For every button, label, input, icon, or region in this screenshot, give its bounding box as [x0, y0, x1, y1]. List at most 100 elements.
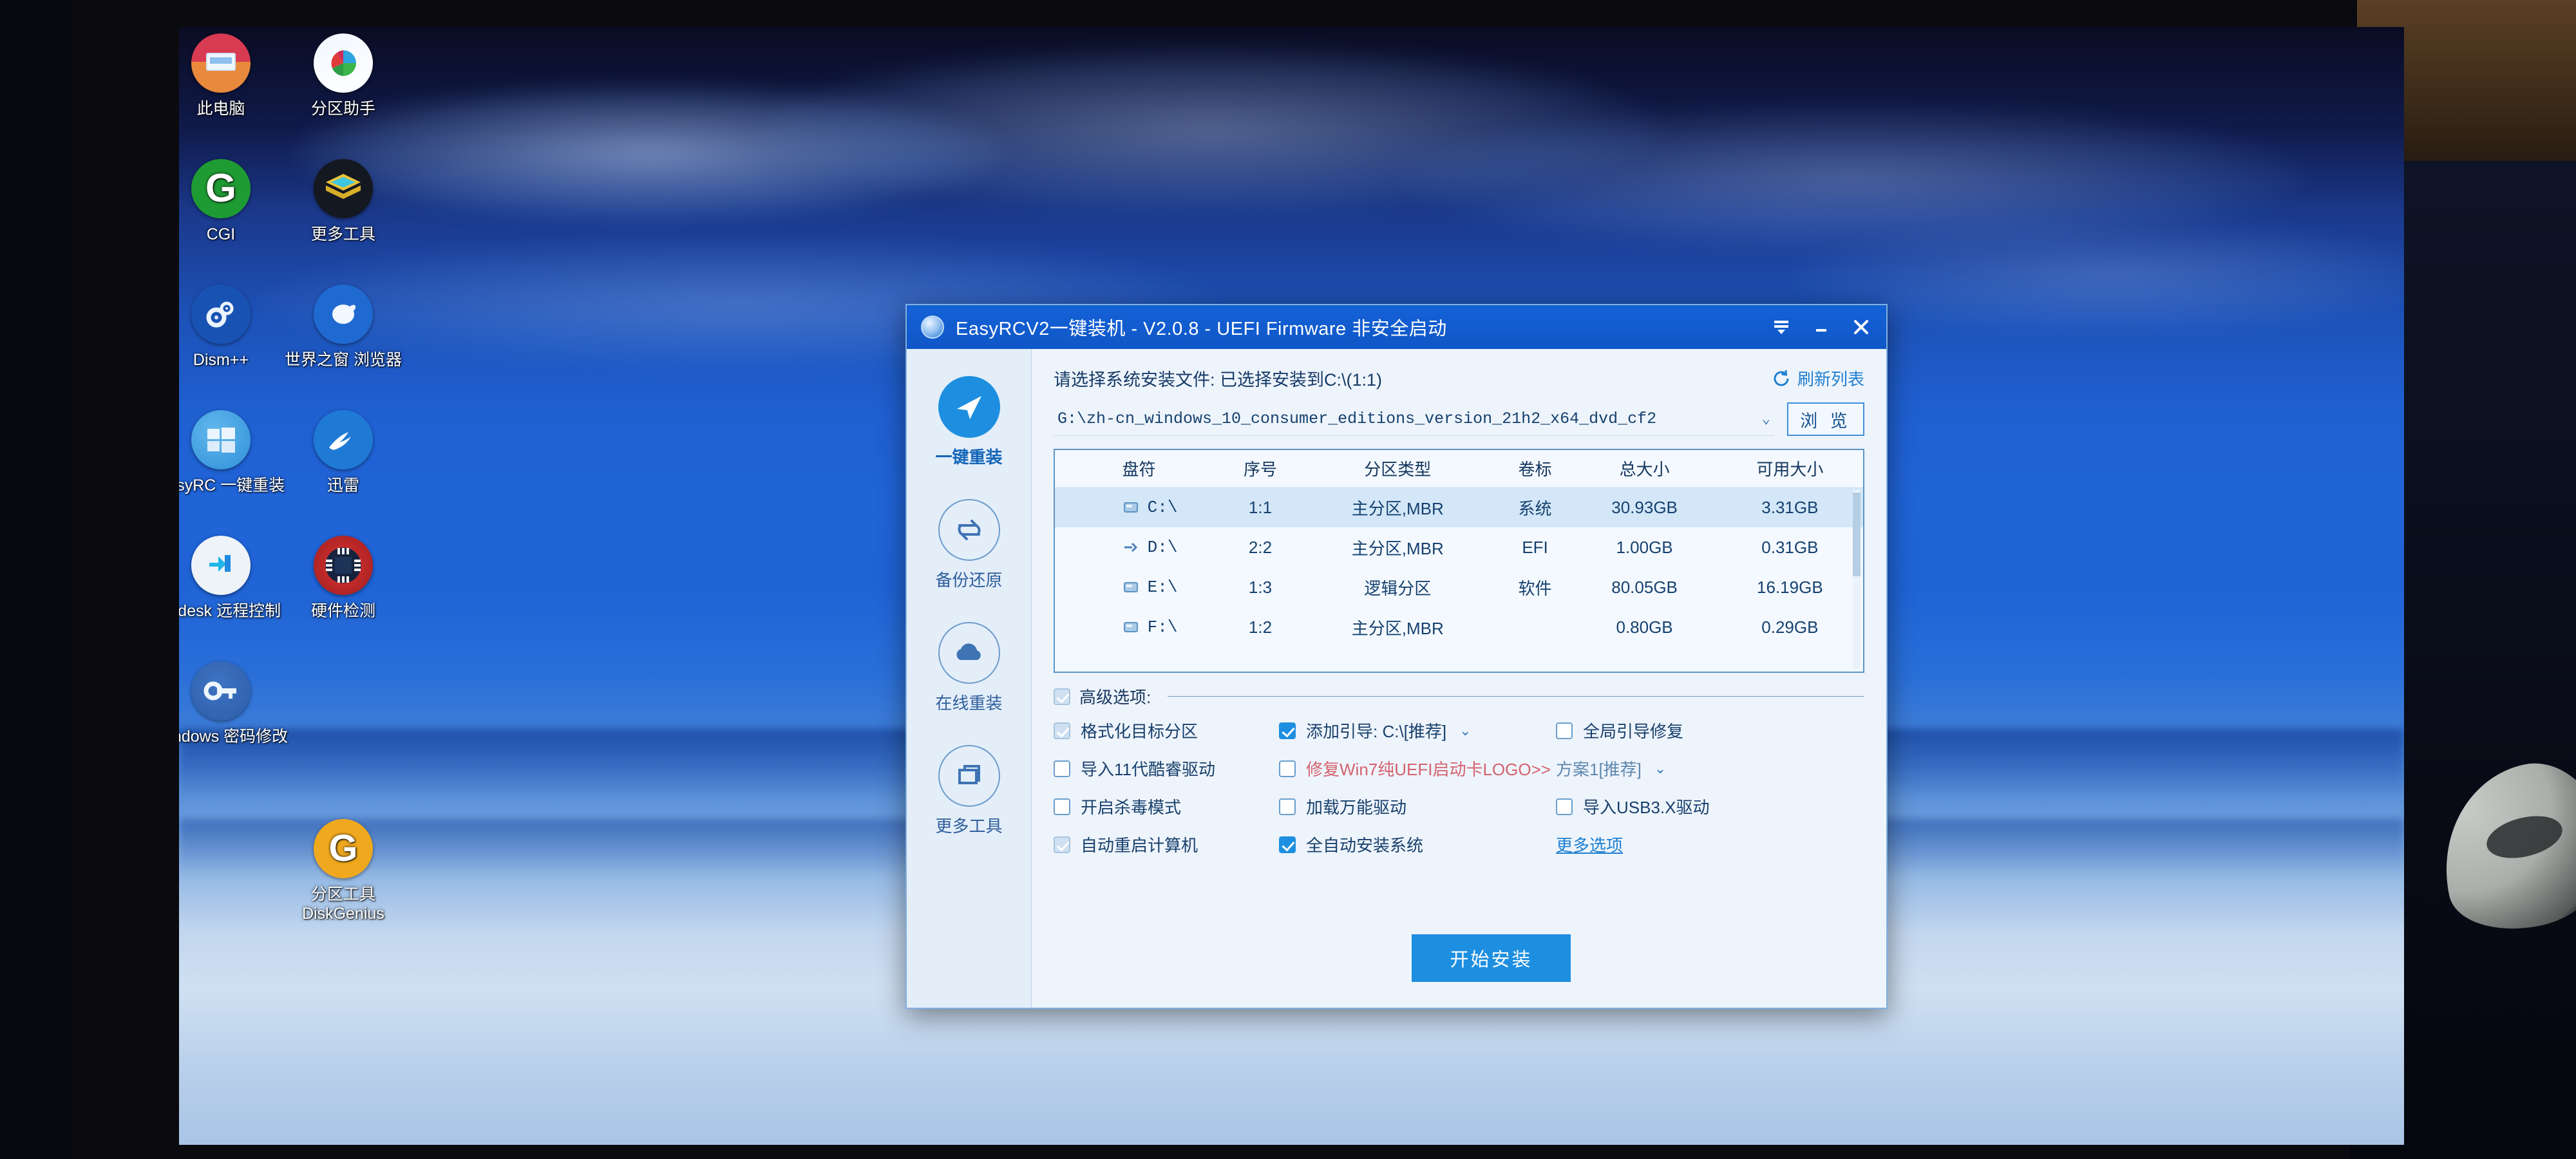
partition-column-header[interactable]: 序号 [1223, 450, 1298, 488]
scheme-select-label: 方案1[推荐] [1556, 760, 1642, 779]
partition-cell-index: 2:2 [1248, 537, 1273, 557]
global-boot-repair-checkbox[interactable] [1556, 722, 1573, 739]
partition-cell-free: 3.31GB [1716, 487, 1863, 527]
partition-column-header[interactable]: 可用大小 [1716, 450, 1863, 488]
partition-table: 盘符 序号 分区类型 卷标 总大小 可用大小 C:\ 1:1 主分区,MBR 系统 30.93GB… [1055, 450, 1863, 647]
advanced-options-header[interactable]: 高级选项: [1054, 684, 1864, 708]
partition-cell-total: 80.05GB [1611, 577, 1678, 597]
browse-button[interactable]: 浏 览 [1787, 402, 1864, 436]
monitor-screen: 此电脑分区助手GCGI更多工具Dism++世界之窗 浏览器EasyRC 一键重装… [179, 27, 2404, 1145]
partition-row[interactable]: E:\ 1:3 逻辑分区 软件 80.05GB 16.19GB [1055, 567, 1863, 607]
desktop-icon-label: 迅雷 [327, 476, 359, 495]
partition-cell-type: 主分区,MBR [1351, 618, 1444, 638]
option-global-boot-repair[interactable]: 全局引导修复 [1556, 719, 1864, 742]
option-more-options-link[interactable]: 更多选项 [1556, 833, 1864, 856]
partition-cell-volume: 系统 [1497, 487, 1573, 527]
sidebar-nav[interactable]: 一键重装备份还原在线重装更多工具 [907, 349, 1032, 1008]
fix-win7-uefi-logo-checkbox[interactable] [1279, 760, 1296, 777]
refresh-list-button[interactable]: 刷新列表 [1772, 366, 1864, 390]
import-11th-gen-driver-checkbox[interactable] [1054, 760, 1070, 777]
partition-column-header[interactable]: 分区类型 [1297, 450, 1498, 488]
option-format-target-partition[interactable]: 格式化目标分区 [1054, 719, 1279, 742]
partition-column-header[interactable]: 卷标 [1497, 450, 1573, 488]
option-fix-win7-uefi-logo[interactable]: 修复Win7纯UEFI启动卡LOGO>> [1279, 757, 1556, 780]
desktop-icon-theworld-browser[interactable]: 世界之窗 浏览器 [269, 285, 417, 370]
partition-cell-index: 1:3 [1248, 577, 1273, 597]
partition-table-header-row: 盘符 序号 分区类型 卷标 总大小 可用大小 [1055, 450, 1863, 488]
easyrc-window[interactable]: EasyRCV2一键装机 - V2.0.8 - UEFI Firmware 非安… [905, 304, 1888, 1009]
option-fully-auto-install[interactable]: 全自动安装系统 [1279, 833, 1556, 856]
dism-icon [191, 285, 251, 344]
drive-icon [1123, 502, 1138, 513]
sidebar-item-cursor-arrow[interactable]: 一键重装 [907, 376, 1031, 468]
load-universal-driver-checkbox[interactable] [1279, 798, 1296, 815]
option-scheme-select[interactable]: 方案1[推荐] ⌄ [1556, 757, 1864, 780]
minimize-glyph [1816, 329, 1826, 332]
more-tools-icon [938, 745, 1000, 807]
add-boot-entry-label: 添加引导: C:\[推荐] [1306, 722, 1447, 741]
partition-row[interactable]: C:\ 1:1 主分区,MBR 系统 30.93GB 3.31GB [1055, 487, 1863, 527]
more-options-link-label: 更多选项 [1556, 836, 1624, 855]
window-titlebar[interactable]: EasyRCV2一键装机 - V2.0.8 - UEFI Firmware 非安… [907, 305, 1886, 349]
chevron-down-icon[interactable]: ⌄ [1654, 760, 1666, 777]
option-auto-reboot-computer[interactable]: 自动重启计算机 [1054, 833, 1279, 856]
windows-password-icon [191, 661, 251, 721]
desktop-icon-label: 硬件检测 [310, 602, 375, 620]
desktop-icon-more-tools[interactable]: 更多工具 [269, 159, 417, 244]
import-usb3-driver-checkbox[interactable] [1556, 798, 1573, 815]
sidebar-item-label: 一键重装 [935, 448, 1003, 467]
format-target-partition-checkbox[interactable] [1054, 722, 1070, 739]
enable-antivirus-mode-checkbox[interactable] [1054, 798, 1070, 815]
sidebar-item-label: 更多工具 [935, 816, 1003, 836]
format-target-partition-label: 格式化目标分区 [1081, 722, 1198, 741]
menu-collapse-icon[interactable] [1761, 309, 1801, 345]
start-install-button[interactable]: 开始安装 [1412, 934, 1571, 982]
partition-column-header[interactable]: 盘符 [1055, 450, 1224, 488]
partition-cell-free: 16.19GB [1757, 577, 1823, 597]
sidebar-item-backup-restore[interactable]: 备份还原 [907, 499, 1031, 591]
desktop-icon-thunder[interactable]: 迅雷 [269, 410, 417, 495]
sidebar-item-more-tools[interactable]: 更多工具 [907, 745, 1031, 837]
import-11th-gen-driver-label: 导入11代酷睿驱动 [1081, 760, 1215, 779]
desktop-icon-label: 分区助手 [310, 100, 375, 118]
desktop-icon-windows-password[interactable]: Windows 密码修改 [179, 661, 295, 746]
partition-row[interactable]: F:\ 1:2 主分区,MBR 0.80GB 0.29GB [1055, 607, 1863, 647]
partition-row[interactable]: D:\ 2:2 主分区,MBR EFI 1.00GB 0.31GB [1055, 527, 1863, 567]
add-boot-entry-checkbox[interactable] [1279, 722, 1296, 739]
close-icon[interactable] [1841, 309, 1881, 345]
fully-auto-install-checkbox[interactable] [1279, 836, 1296, 853]
refresh-icon [1774, 370, 1789, 386]
chevron-down-icon[interactable]: ⌄ [1459, 722, 1471, 739]
todesk-icon [191, 536, 251, 595]
hardware-detect-icon [314, 536, 373, 595]
partition-cell-index: 1:1 [1223, 487, 1298, 527]
partition-table-container[interactable]: 盘符 序号 分区类型 卷标 总大小 可用大小 C:\ 1:1 主分区,MBR 系统 30.93GB… [1054, 449, 1864, 673]
auto-reboot-computer-checkbox[interactable] [1054, 836, 1070, 853]
sidebar-item-cloud-install[interactable]: 在线重装 [907, 622, 1031, 714]
option-enable-antivirus-mode[interactable]: 开启杀毒模式 [1054, 795, 1279, 818]
desktop-icon-diskgenius[interactable]: G 分区工具 DiskGenius [269, 819, 417, 923]
cgi-icon: G [191, 159, 251, 218]
option-import-usb3-driver[interactable]: 导入USB3.X驱动 [1556, 795, 1864, 818]
minimize-icon[interactable] [1801, 309, 1841, 345]
partition-column-header[interactable]: 总大小 [1572, 450, 1717, 488]
option-import-11th-gen-driver[interactable]: 导入11代酷睿驱动 [1054, 757, 1279, 780]
option-add-boot-entry[interactable]: 添加引导: C:\[推荐] ⌄ [1279, 719, 1556, 742]
image-file-select[interactable]: G:\zh-cn_windows_10_consumer_editions_ve… [1054, 402, 1774, 436]
partition-cell-volume [1498, 607, 1573, 647]
drive-icon [1123, 622, 1138, 632]
desktop-icon-label: Windows 密码修改 [179, 728, 289, 746]
advanced-options-checkbox[interactable] [1054, 688, 1070, 705]
file-row: G:\zh-cn_windows_10_consumer_editions_ve… [1054, 402, 1864, 436]
window-title: EasyRCV2一键装机 - V2.0.8 - UEFI Firmware 非安… [956, 319, 1447, 339]
desktop-icon-partition-assistant[interactable]: 分区助手 [269, 33, 417, 118]
diskgenius-icon: G [314, 819, 373, 878]
chevron-down-icon: ⌄ [1761, 411, 1770, 428]
fix-win7-uefi-logo-label: 修复Win7纯UEFI启动卡LOGO>> [1306, 760, 1551, 779]
partition-table-scrollbar-thumb[interactable] [1853, 493, 1861, 576]
option-load-universal-driver[interactable]: 加载万能驱动 [1279, 795, 1556, 818]
cloud-install-icon [938, 622, 1000, 684]
menu-collapse-glyph [1774, 321, 1788, 334]
desktop-icon-label: 世界之窗 浏览器 [285, 351, 402, 369]
desktop-icon-hardware-detect[interactable]: 硬件检测 [269, 536, 417, 621]
